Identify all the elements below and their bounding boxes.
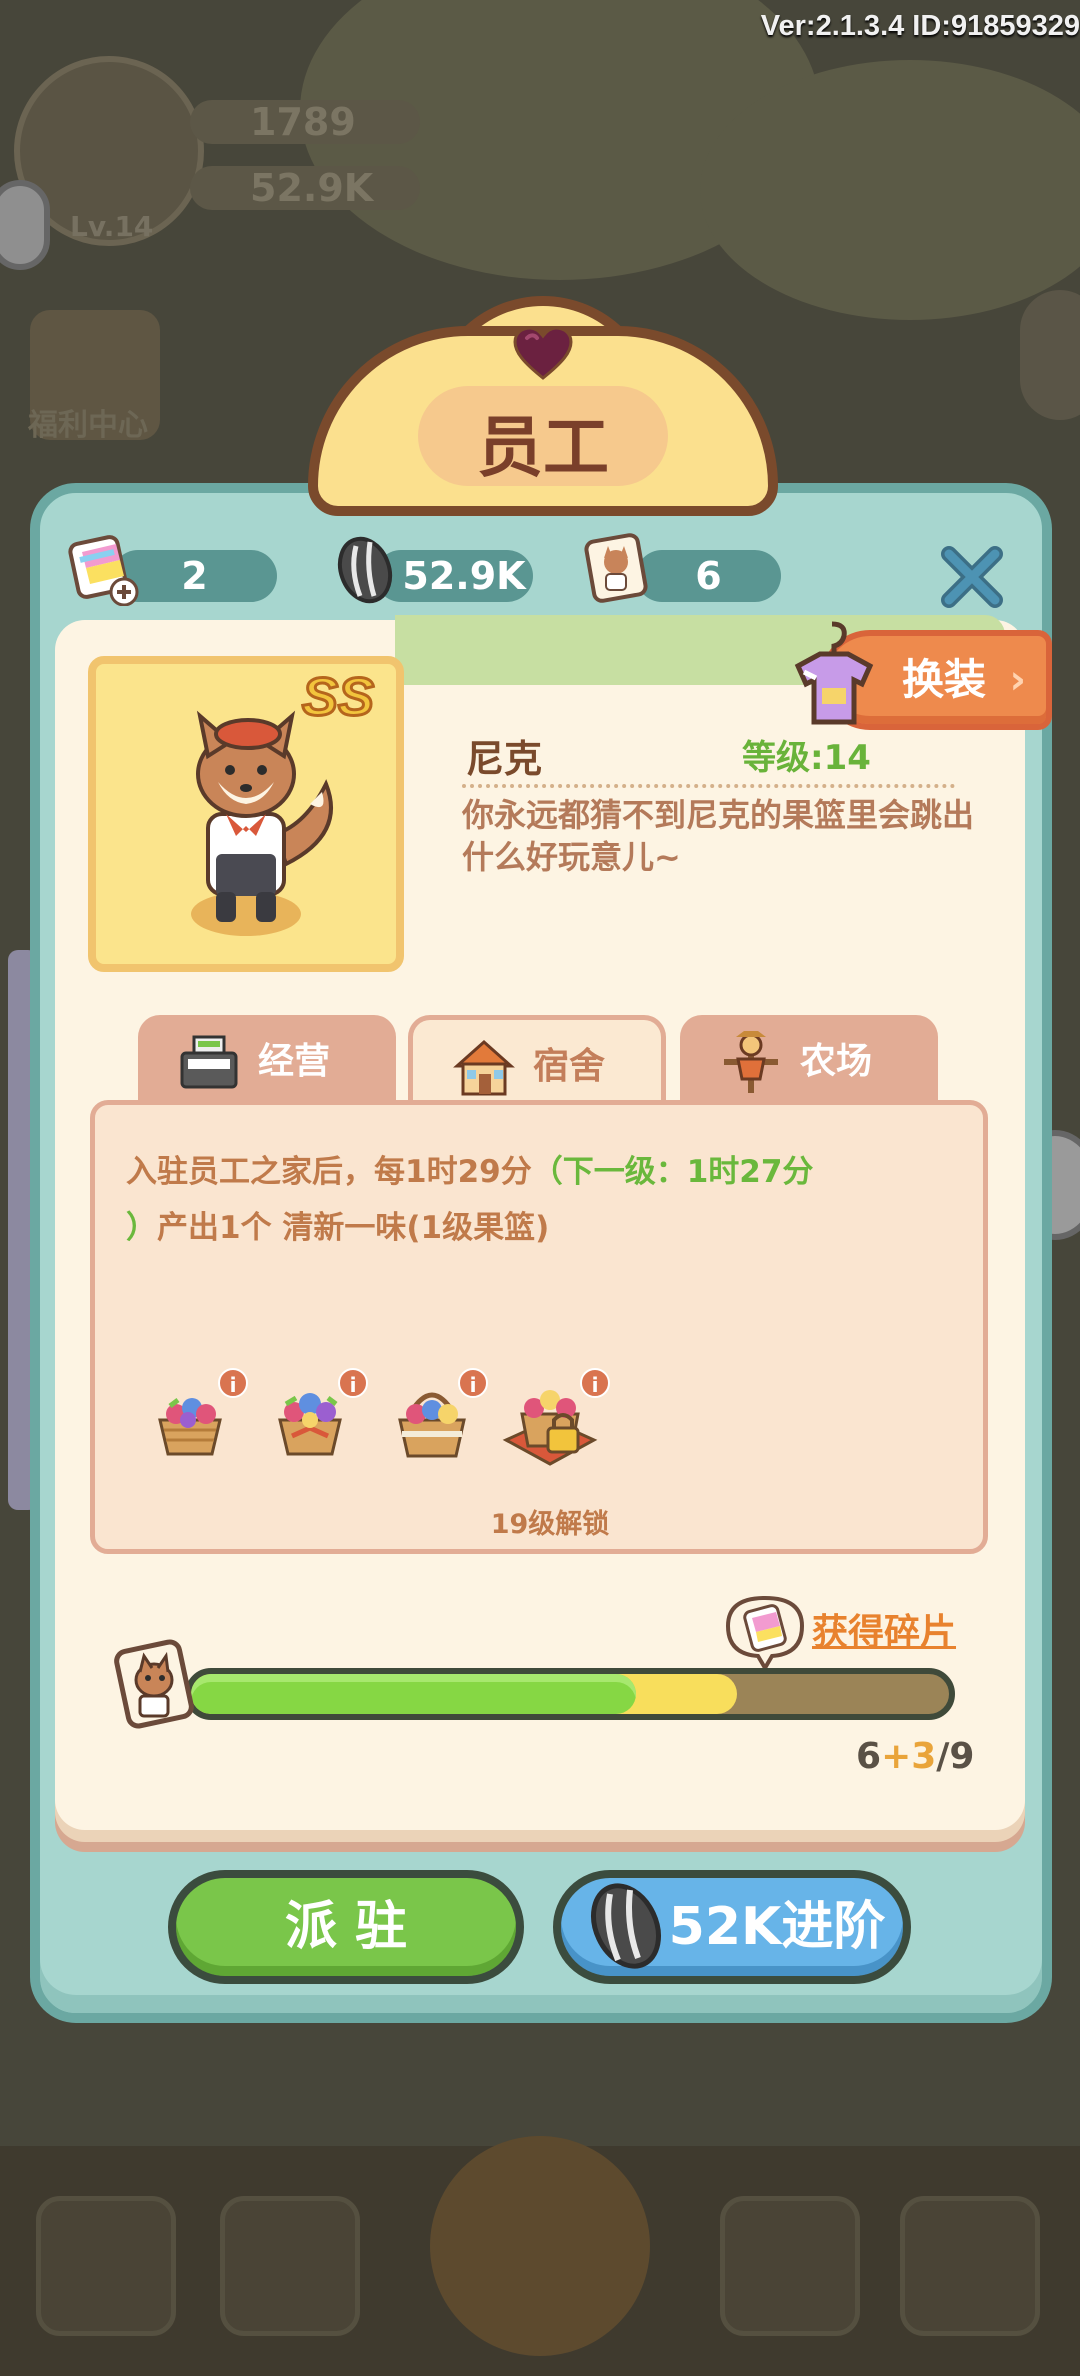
- info-icon[interactable]: i: [338, 1368, 368, 1398]
- info-icon[interactable]: i: [580, 1368, 610, 1398]
- character-description: 你永远都猜不到尼克的果篮里会跳出什么好玩意儿~: [462, 796, 975, 876]
- tab-farm[interactable]: 农场: [680, 1015, 938, 1109]
- unlock-requirement: 19级解锁: [490, 1509, 610, 1540]
- dispatch-label: 派 驻: [284, 1897, 408, 1957]
- next-level-info: （下一级：1时27分: [531, 1154, 814, 1190]
- shard-current: 6: [856, 1736, 882, 1777]
- outfit-icon: [794, 621, 874, 725]
- sunflower-seed-icon: [337, 536, 393, 604]
- nav-home-button[interactable]: [900, 2196, 1040, 2336]
- dress-up-label: 换装: [902, 655, 987, 704]
- rarity-badge: SS: [300, 666, 375, 729]
- tab-business[interactable]: 经营: [138, 1015, 396, 1109]
- staff-card-counter: 6: [636, 550, 781, 602]
- pause-button[interactable]: [0, 180, 50, 270]
- character-name: 尼克: [466, 737, 543, 781]
- dialog-title: 员工: [477, 410, 609, 484]
- cash-register-icon: [180, 1035, 238, 1089]
- nav-center-button[interactable]: [430, 2136, 650, 2356]
- tab-farm-label: 农场: [800, 1041, 873, 1082]
- seed-counter-bg: 52.9K: [190, 166, 420, 210]
- sunflower-seed-icon: [591, 1883, 661, 1969]
- scarecrow-icon: [724, 1031, 778, 1093]
- close-icon[interactable]: [935, 540, 1009, 614]
- gift-center-label: 福利中心: [28, 408, 148, 443]
- shard-count: 6+3/9: [856, 1736, 974, 1777]
- nav-shop-button[interactable]: [36, 2196, 176, 2336]
- name-divider: [462, 784, 955, 788]
- heart-icon: [513, 326, 573, 380]
- dorm-info-text: 入驻员工之家后，每1时29分: [126, 1154, 532, 1190]
- gem-counter: 1789: [190, 100, 420, 144]
- next-level-close: ）: [126, 1210, 157, 1246]
- house-icon: [453, 1039, 515, 1096]
- nav-lock-button[interactable]: [720, 2196, 860, 2336]
- title-badge: 员工: [308, 296, 778, 516]
- staff-card-icon: [114, 1639, 194, 1729]
- nav-staff-button[interactable]: [220, 2196, 360, 2336]
- shard-pending: +3: [881, 1736, 937, 1777]
- dorm-info-line2: ）产出1个 清新一味(1级果篮): [126, 1202, 549, 1247]
- shard-progress-bar: [185, 1668, 955, 1720]
- staff-card-icon: [584, 533, 648, 603]
- side-arrow-button[interactable]: [1020, 290, 1080, 420]
- player-level: Lv.14: [70, 210, 154, 243]
- tab-dorm-label: 宿舍: [533, 1046, 606, 1087]
- get-shards-link[interactable]: 获得碎片: [812, 1603, 956, 1655]
- advance-label: 52K进阶: [668, 1897, 886, 1957]
- dorm-info-line1: 入驻员工之家后，每1时29分（下一级：1时27分: [126, 1146, 813, 1191]
- info-icon[interactable]: i: [218, 1368, 248, 1398]
- tab-dorm[interactable]: 宿舍: [408, 1015, 666, 1109]
- progress-current-fill: [191, 1674, 636, 1714]
- dispatch-button[interactable]: 派 驻: [168, 1870, 524, 1984]
- character-level: 等级:14: [742, 738, 871, 778]
- shard-bubble-icon: [725, 1595, 805, 1672]
- shard-add-icon[interactable]: [66, 530, 142, 606]
- chevron-right-icon: ›: [1009, 657, 1026, 703]
- version-label: Ver:2.1.3.4 ID:91859329: [760, 10, 1080, 42]
- info-icon[interactable]: i: [458, 1368, 488, 1398]
- tab-business-label: 经营: [258, 1041, 331, 1082]
- dorm-output-text: 产出1个 清新一味(1级果篮): [157, 1210, 550, 1246]
- shard-total: /9: [936, 1736, 975, 1777]
